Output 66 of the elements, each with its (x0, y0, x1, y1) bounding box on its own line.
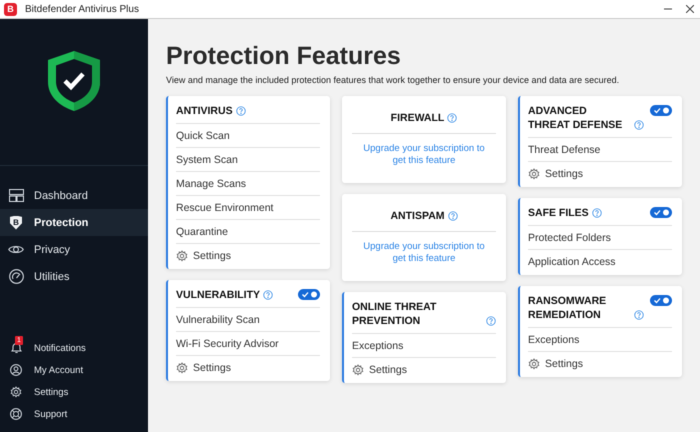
settings-link[interactable]: Settings (528, 351, 672, 375)
feature-link[interactable]: Rescue Environment (176, 195, 320, 219)
gear-icon (528, 358, 540, 370)
help-icon[interactable] (634, 310, 644, 320)
feature-link[interactable]: Protected Folders (528, 225, 672, 249)
feature-link[interactable]: Exceptions (352, 333, 496, 357)
page-title: Protection Features (166, 41, 402, 71)
card-title: ADVANCED THREAT DEFENSE (528, 104, 624, 132)
toggle-switch[interactable] (650, 295, 672, 306)
settings-icon[interactable] (10, 386, 22, 398)
settings-link[interactable]: Settings (352, 357, 496, 381)
feature-link[interactable]: Wi-Fi Security Advisor (176, 331, 320, 355)
toggle-switch[interactable] (650, 207, 672, 218)
card-title: SAFE FILES (528, 206, 589, 220)
upgrade-link[interactable]: Upgrade your subscription to get this feature (352, 232, 496, 279)
nav-item[interactable]: Utilities (0, 263, 148, 290)
toggle-switch[interactable] (298, 289, 320, 300)
lifebuoy-icon[interactable] (10, 408, 22, 420)
upgrade-link[interactable]: Upgrade your subscription to get this feature (352, 134, 496, 181)
toggle-switch[interactable] (650, 105, 672, 116)
card-title: ONLINE THREAT PREVENTION (352, 300, 438, 328)
card-title: ANTIVIRUS (176, 104, 233, 118)
card-title: ANTISPAM (390, 209, 445, 223)
nav-item[interactable]: Dashboard (0, 182, 148, 209)
card-title: FIREWALL (390, 111, 444, 125)
window-title: Bitdefender Antivirus Plus (25, 4, 140, 14)
feature-link[interactable]: Manage Scans (176, 171, 320, 195)
user-icon[interactable] (10, 364, 22, 376)
sidebar-link[interactable]: My Account (34, 364, 84, 376)
sidebar-link[interactable]: Notifications (34, 342, 86, 354)
gear-icon (176, 250, 188, 262)
help-icon[interactable] (634, 120, 644, 130)
help-icon[interactable] (236, 106, 246, 116)
dashboard-icon (8, 189, 24, 202)
feature-link[interactable]: System Scan (176, 147, 320, 171)
close-icon[interactable] (686, 5, 694, 13)
gear-icon (176, 362, 188, 374)
feature-link[interactable]: Application Access (528, 249, 672, 273)
feature-link[interactable]: Vulnerability Scan (176, 307, 320, 331)
eye-icon (8, 244, 24, 255)
nav-item[interactable]: B Protection (0, 209, 148, 236)
settings-link[interactable]: Settings (176, 355, 320, 379)
gear-icon (352, 364, 364, 376)
card-title: VULNERABILITY (176, 288, 260, 302)
app-logo: B (4, 2, 17, 16)
sidebar-link[interactable]: Settings (34, 386, 68, 398)
sidebar-link[interactable]: Support (34, 408, 68, 420)
feature-link[interactable]: Quarantine (176, 219, 320, 243)
gear-icon (528, 168, 540, 180)
nav-item[interactable]: Privacy (0, 236, 148, 263)
page-description: View and manage the included protection features that work together to ensure your device and data are secured. (166, 75, 620, 85)
help-icon[interactable] (486, 316, 496, 326)
shield-check-icon (46, 49, 102, 113)
feature-link[interactable]: Threat Defense (528, 137, 672, 161)
help-icon[interactable] (448, 211, 458, 221)
shield-icon: B (10, 216, 22, 230)
card-title: RANSOMWARE REMEDIATION (528, 294, 608, 322)
bell-icon[interactable] (10, 342, 22, 354)
feature-link[interactable]: Quick Scan (176, 123, 320, 147)
gauge-icon (8, 269, 24, 284)
feature-link[interactable]: Exceptions (528, 327, 672, 351)
help-icon[interactable] (592, 208, 602, 218)
settings-link[interactable]: Settings (176, 243, 320, 267)
help-icon[interactable] (263, 290, 273, 300)
help-icon[interactable] (447, 113, 458, 123)
settings-link[interactable]: Settings (528, 161, 672, 185)
